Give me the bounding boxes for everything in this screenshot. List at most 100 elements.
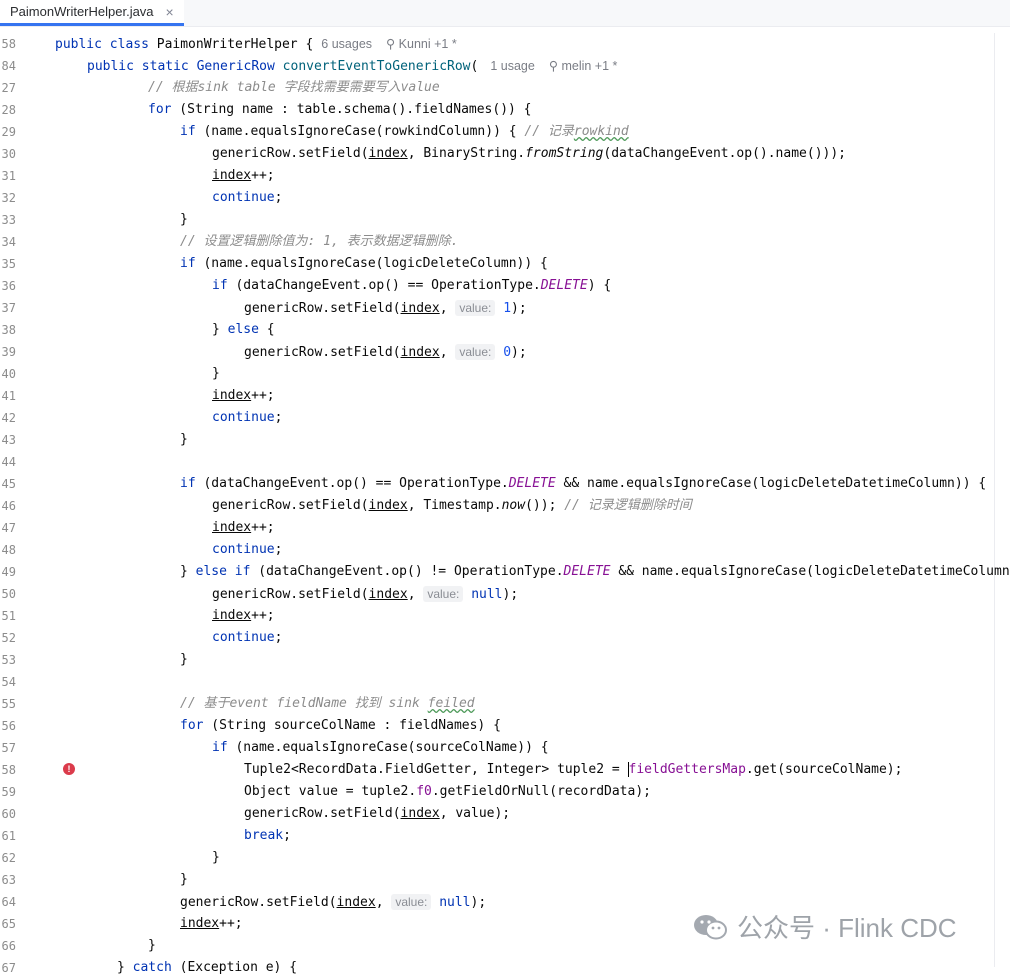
code-line[interactable]: 32 continue; xyxy=(0,187,1010,209)
close-icon[interactable]: × xyxy=(166,4,174,20)
error-icon[interactable]: ! xyxy=(63,763,75,775)
line-number: 36 xyxy=(1,279,16,293)
code-line[interactable]: 49} else if (dataChangeEvent.op() != Ope… xyxy=(0,561,1010,583)
code-text: genericRow.setField(index, value); xyxy=(244,806,511,821)
parameter-hint: value: xyxy=(423,586,464,602)
usages-hint[interactable]: 1 usage xyxy=(490,59,534,73)
code-text: break; xyxy=(244,828,291,843)
line-number: 43 xyxy=(1,433,16,447)
code-text: index++; xyxy=(180,916,243,931)
authors-hint[interactable]: melin +1 * xyxy=(561,59,617,73)
code-text: } xyxy=(148,938,156,953)
code-text: if (dataChangeEvent.op() == OperationTyp… xyxy=(180,476,987,491)
code-line[interactable]: 29 if (name.equalsIgnoreCase(rowkindColum… xyxy=(0,121,1010,143)
line-number: 52 xyxy=(1,631,16,645)
code-text: } xyxy=(180,432,188,447)
code-text: genericRow.setField(index, value: 0); xyxy=(244,344,527,360)
line-number: 38 xyxy=(1,323,16,337)
code-line[interactable]: 61 break; xyxy=(0,825,1010,847)
parameter-hint: value: xyxy=(455,344,496,360)
usages-hint[interactable]: 6 usages xyxy=(321,37,372,51)
watermark: 公众号 · Flink CDC xyxy=(693,908,957,945)
line-number: 66 xyxy=(1,939,16,953)
code-line[interactable]: 60 genericRow.setField(index, value); xyxy=(0,803,1010,825)
sticky-line[interactable]: 84 public static GenericRow convertEvent… xyxy=(0,55,1010,77)
line-number: 53 xyxy=(1,653,16,667)
code-line[interactable]: 38 } else { xyxy=(0,319,1010,341)
code-line[interactable]: 47 index++; xyxy=(0,517,1010,539)
code-line[interactable]: 46 genericRow.setField(index, Timestamp.n… xyxy=(0,495,1010,517)
authors-hint[interactable]: Kunni +1 * xyxy=(399,37,457,51)
code-line[interactable]: 30 genericRow.setField(index, BinaryStrin… xyxy=(0,143,1010,165)
code-line[interactable]: 58! Tuple2<RecordData.FieldGetter, Intege… xyxy=(0,759,1010,781)
line-number: 57 xyxy=(1,741,16,755)
line-number: 55 xyxy=(1,697,16,711)
code-text: // 根据sink table 字段找需要需要写入value xyxy=(148,80,440,95)
code-line[interactable]: 52 continue; xyxy=(0,627,1010,649)
wechat-icon xyxy=(693,913,729,941)
class-name: PaimonWriterHelper xyxy=(156,37,298,52)
code-line[interactable]: 27 // 根据sink table 字段找需要需要写入value xyxy=(0,77,1010,99)
code-line[interactable]: 41 index++; xyxy=(0,385,1010,407)
code-line[interactable]: 67} catch (Exception e) { xyxy=(0,957,1010,979)
code-text: genericRow.setField(index, value: null); xyxy=(212,586,519,602)
code-line[interactable]: 56 for (String sourceColName : fieldNames… xyxy=(0,715,1010,737)
code-text: } else { xyxy=(212,322,275,337)
code-line[interactable]: 43} xyxy=(0,429,1010,451)
class-declaration: public class xyxy=(55,37,157,52)
line-number: 33 xyxy=(1,213,16,227)
line-number: 51 xyxy=(1,609,16,623)
line-number: 34 xyxy=(1,235,16,249)
code-line[interactable]: 35 if (name.equalsIgnoreCase(logicDeleteC… xyxy=(0,253,1010,275)
code-line[interactable]: 51 index++; xyxy=(0,605,1010,627)
code-line[interactable]: 36 if (dataChangeEvent.op() == OperationT… xyxy=(0,275,1010,297)
code-text: index++; xyxy=(212,520,275,535)
code-line[interactable]: 57 if (name.equalsIgnoreCase(sourceColNam… xyxy=(0,737,1010,759)
sticky-line[interactable]: 58 public class PaimonWriterHelper {6 us… xyxy=(0,33,1010,55)
code-text: } xyxy=(180,872,188,887)
tab-label: PaimonWriterHelper.java xyxy=(10,4,154,19)
code-line[interactable]: 28 for (String name : table.schema().fiel… xyxy=(0,99,1010,121)
code-text: if (name.equalsIgnoreCase(logicDeleteCol… xyxy=(180,256,548,271)
code-line[interactable]: 54 xyxy=(0,671,1010,693)
tab-paimon-writer-helper[interactable]: PaimonWriterHelper.java × xyxy=(0,0,184,26)
code-line[interactable]: 62} xyxy=(0,847,1010,869)
line-number: 29 xyxy=(1,125,16,139)
code-line[interactable]: 45 if (dataChangeEvent.op() == OperationT… xyxy=(0,473,1010,495)
code-line[interactable]: 39 genericRow.setField(index, value: 0); xyxy=(0,341,1010,363)
line-number: 60 xyxy=(1,807,16,821)
line-number: 32 xyxy=(1,191,16,205)
watermark-text: 公众号 · Flink CDC xyxy=(737,913,957,943)
code-line[interactable]: 55 // 基于event fieldName 找到 sink feiled xyxy=(0,693,1010,715)
editor-tab-bar: PaimonWriterHelper.java × xyxy=(0,0,1010,27)
line-number: 50 xyxy=(1,587,16,601)
code-text: } xyxy=(212,366,220,381)
code-line[interactable]: 50 genericRow.setField(index, value: null… xyxy=(0,583,1010,605)
code-line[interactable]: 40} xyxy=(0,363,1010,385)
code-line[interactable]: 48 continue; xyxy=(0,539,1010,561)
code-line[interactable]: 63} xyxy=(0,869,1010,891)
line-number: 58 xyxy=(1,37,16,51)
line-number: 49 xyxy=(1,565,16,579)
code-line[interactable]: 33} xyxy=(0,209,1010,231)
code-text: continue; xyxy=(212,630,283,645)
parameter-hint: value: xyxy=(391,894,432,910)
line-number: 45 xyxy=(1,477,16,491)
line-number: 59 xyxy=(1,785,16,799)
code-line[interactable]: 37 genericRow.setField(index, value: 1); xyxy=(0,297,1010,319)
line-number: 37 xyxy=(1,301,16,315)
line-number: 58 xyxy=(1,763,16,777)
line-number: 63 xyxy=(1,873,16,887)
line-number: 62 xyxy=(1,851,16,865)
code-line[interactable]: 31 index++; xyxy=(0,165,1010,187)
line-number: 28 xyxy=(1,103,16,117)
code-line[interactable]: 42 continue; xyxy=(0,407,1010,429)
author-icon: ⚲ xyxy=(386,37,399,51)
code-line[interactable]: 53} xyxy=(0,649,1010,671)
code-text: if (dataChangeEvent.op() == OperationTyp… xyxy=(212,278,612,293)
line-number: 42 xyxy=(1,411,16,425)
code-line[interactable]: 44 xyxy=(0,451,1010,473)
code-line[interactable]: 34 // 设置逻辑删除值为: 1, 表示数据逻辑删除. xyxy=(0,231,1010,253)
code-line[interactable]: 59 Object value = tuple2.f0.getFieldOrNul… xyxy=(0,781,1010,803)
code-text: // 设置逻辑删除值为: 1, 表示数据逻辑删除. xyxy=(180,234,459,249)
